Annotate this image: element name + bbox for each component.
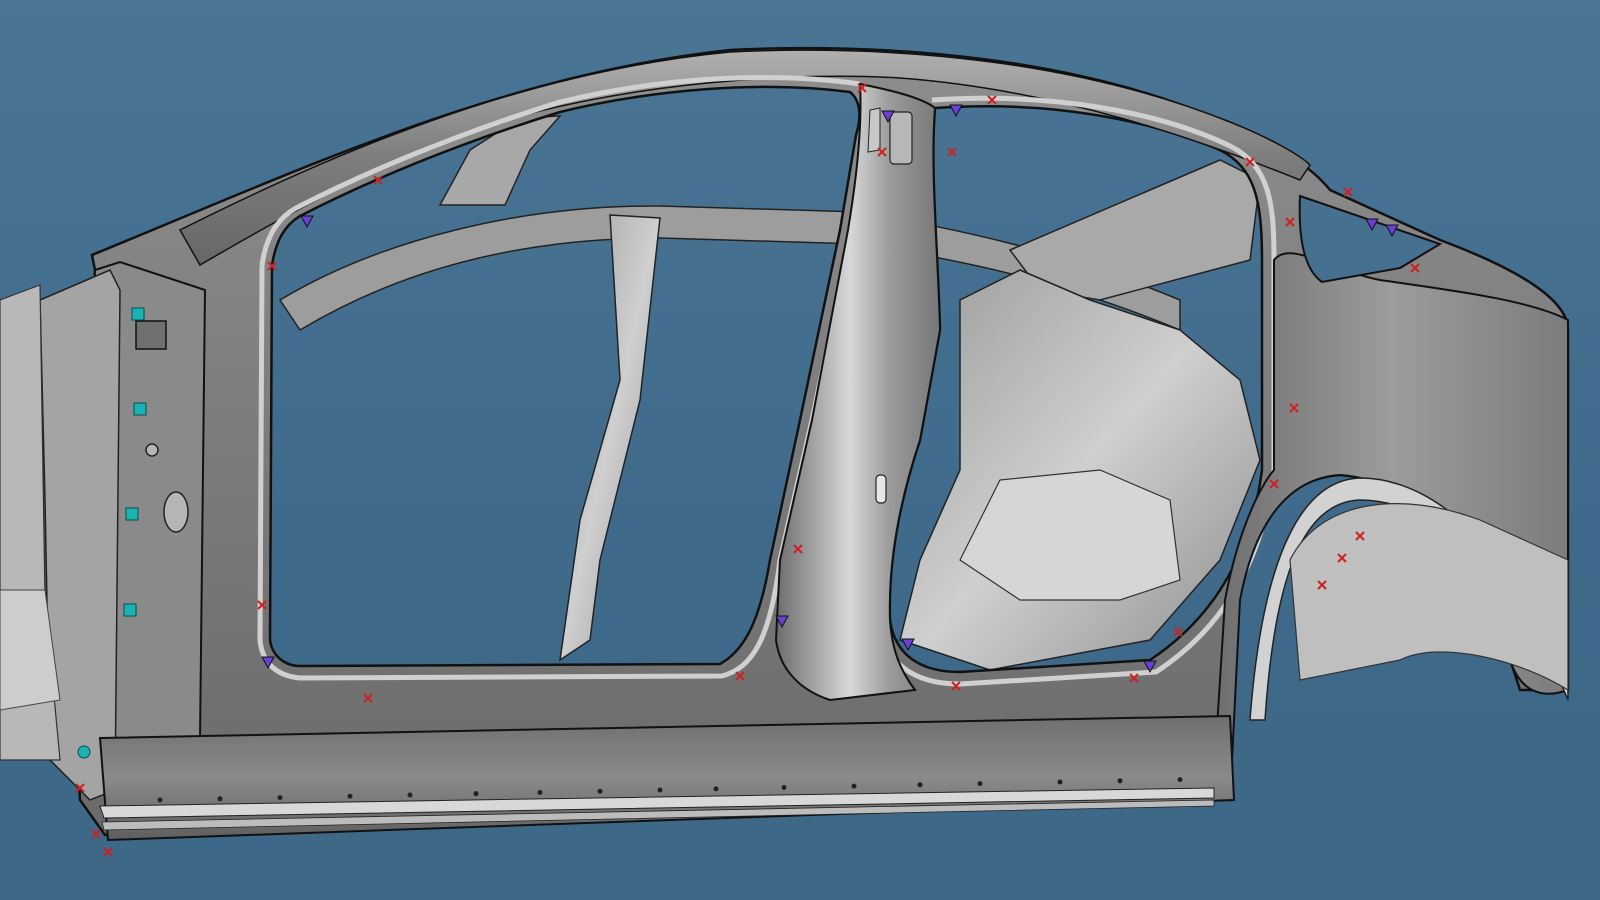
3d-viewport[interactable]	[0, 0, 1600, 900]
a-pillar-cutout	[135, 320, 167, 350]
red-x-icon[interactable]	[103, 847, 113, 857]
purple-triangle-icon[interactable]	[300, 215, 314, 229]
fastener-hole	[1177, 777, 1183, 783]
red-x-icon[interactable]	[947, 147, 957, 157]
a-pillar-oval-hole	[163, 491, 189, 533]
fastener-hole	[851, 783, 857, 789]
fastener-hole	[277, 795, 283, 801]
cyan-square-icon[interactable]	[125, 507, 139, 521]
fastener-hole	[217, 796, 223, 802]
fastener-hole	[713, 786, 719, 792]
cyan-square-icon[interactable]	[123, 603, 137, 617]
red-x-icon[interactable]	[91, 829, 101, 839]
b-pillar-bracket	[867, 107, 881, 153]
fastener-hole	[157, 797, 163, 803]
fastener-hole	[347, 793, 353, 799]
b-pillar-hole	[875, 474, 887, 504]
cyan-circle-icon[interactable]	[77, 745, 91, 759]
a-pillar-round-hole	[145, 443, 159, 457]
cyan-square-icon[interactable]	[133, 402, 147, 416]
purple-triangle-icon[interactable]	[949, 104, 963, 118]
fastener-hole	[407, 792, 413, 798]
car-body-side-model[interactable]	[0, 0, 1600, 900]
fastener-hole	[781, 785, 787, 791]
b-pillar-slot	[889, 111, 913, 165]
fastener-hole	[917, 782, 923, 788]
red-x-icon[interactable]	[1343, 187, 1353, 197]
fastener-hole	[977, 781, 983, 787]
fastener-hole	[1057, 779, 1063, 785]
fastener-hole	[537, 789, 543, 795]
fastener-hole	[657, 787, 663, 793]
fastener-hole	[473, 791, 479, 797]
cyan-square-icon[interactable]	[131, 307, 145, 321]
red-x-icon[interactable]	[1173, 627, 1183, 637]
fastener-hole	[597, 788, 603, 794]
fastener-hole	[1117, 778, 1123, 784]
